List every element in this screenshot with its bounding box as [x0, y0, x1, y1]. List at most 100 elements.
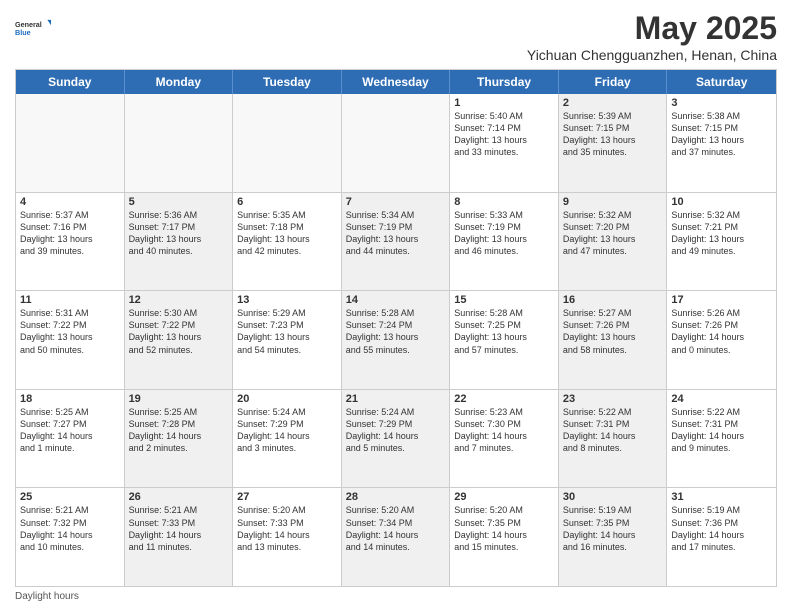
- cell-text: Sunrise: 5:20 AM Sunset: 7:34 PM Dayligh…: [346, 504, 446, 553]
- cell-text: Sunrise: 5:25 AM Sunset: 7:27 PM Dayligh…: [20, 406, 120, 455]
- calendar-header-row: SundayMondayTuesdayWednesdayThursdayFrid…: [16, 70, 776, 94]
- cell-text: Sunrise: 5:40 AM Sunset: 7:14 PM Dayligh…: [454, 110, 554, 159]
- cal-header-cell: Saturday: [667, 70, 776, 94]
- cal-cell: 31Sunrise: 5:19 AM Sunset: 7:36 PM Dayli…: [667, 488, 776, 586]
- cal-cell: 1Sunrise: 5:40 AM Sunset: 7:14 PM Daylig…: [450, 94, 559, 192]
- calendar: SundayMondayTuesdayWednesdayThursdayFrid…: [15, 69, 777, 587]
- calendar-body: 1Sunrise: 5:40 AM Sunset: 7:14 PM Daylig…: [16, 94, 776, 586]
- cal-cell: 23Sunrise: 5:22 AM Sunset: 7:31 PM Dayli…: [559, 390, 668, 488]
- day-number: 16: [563, 294, 663, 306]
- cell-text: Sunrise: 5:38 AM Sunset: 7:15 PM Dayligh…: [671, 110, 772, 159]
- cal-cell: 29Sunrise: 5:20 AM Sunset: 7:35 PM Dayli…: [450, 488, 559, 586]
- day-number: 14: [346, 294, 446, 306]
- cell-text: Sunrise: 5:33 AM Sunset: 7:19 PM Dayligh…: [454, 209, 554, 258]
- day-number: 1: [454, 97, 554, 109]
- day-number: 13: [237, 294, 337, 306]
- day-number: 10: [671, 196, 772, 208]
- cal-cell: 3Sunrise: 5:38 AM Sunset: 7:15 PM Daylig…: [667, 94, 776, 192]
- cal-cell: [16, 94, 125, 192]
- day-number: 12: [129, 294, 229, 306]
- cal-cell: 26Sunrise: 5:21 AM Sunset: 7:33 PM Dayli…: [125, 488, 234, 586]
- day-number: 9: [563, 196, 663, 208]
- footer-text: Daylight hours: [15, 591, 79, 602]
- footer: Daylight hours: [15, 591, 777, 602]
- cell-text: Sunrise: 5:27 AM Sunset: 7:26 PM Dayligh…: [563, 307, 663, 356]
- cell-text: Sunrise: 5:28 AM Sunset: 7:24 PM Dayligh…: [346, 307, 446, 356]
- cal-cell: [233, 94, 342, 192]
- day-number: 2: [563, 97, 663, 109]
- cell-text: Sunrise: 5:19 AM Sunset: 7:36 PM Dayligh…: [671, 504, 772, 553]
- cal-cell: 5Sunrise: 5:36 AM Sunset: 7:17 PM Daylig…: [125, 193, 234, 291]
- cal-cell: [125, 94, 234, 192]
- day-number: 5: [129, 196, 229, 208]
- day-number: 4: [20, 196, 120, 208]
- day-number: 22: [454, 393, 554, 405]
- day-number: 17: [671, 294, 772, 306]
- cal-cell: 12Sunrise: 5:30 AM Sunset: 7:22 PM Dayli…: [125, 291, 234, 389]
- day-number: 19: [129, 393, 229, 405]
- cal-header-cell: Wednesday: [342, 70, 451, 94]
- day-number: 26: [129, 491, 229, 503]
- logo-svg: General Blue: [15, 10, 51, 46]
- day-number: 21: [346, 393, 446, 405]
- cell-text: Sunrise: 5:19 AM Sunset: 7:35 PM Dayligh…: [563, 504, 663, 553]
- cell-text: Sunrise: 5:21 AM Sunset: 7:32 PM Dayligh…: [20, 504, 120, 553]
- cell-text: Sunrise: 5:28 AM Sunset: 7:25 PM Dayligh…: [454, 307, 554, 356]
- cell-text: Sunrise: 5:31 AM Sunset: 7:22 PM Dayligh…: [20, 307, 120, 356]
- cell-text: Sunrise: 5:36 AM Sunset: 7:17 PM Dayligh…: [129, 209, 229, 258]
- day-number: 3: [671, 97, 772, 109]
- day-number: 20: [237, 393, 337, 405]
- cal-cell: 30Sunrise: 5:19 AM Sunset: 7:35 PM Dayli…: [559, 488, 668, 586]
- cell-text: Sunrise: 5:35 AM Sunset: 7:18 PM Dayligh…: [237, 209, 337, 258]
- cal-row: 18Sunrise: 5:25 AM Sunset: 7:27 PM Dayli…: [16, 390, 776, 489]
- svg-text:Blue: Blue: [15, 28, 31, 37]
- cal-cell: 22Sunrise: 5:23 AM Sunset: 7:30 PM Dayli…: [450, 390, 559, 488]
- cal-header-cell: Thursday: [450, 70, 559, 94]
- day-number: 6: [237, 196, 337, 208]
- main-title: May 2025: [527, 10, 777, 47]
- cal-cell: 13Sunrise: 5:29 AM Sunset: 7:23 PM Dayli…: [233, 291, 342, 389]
- day-number: 25: [20, 491, 120, 503]
- cal-cell: 20Sunrise: 5:24 AM Sunset: 7:29 PM Dayli…: [233, 390, 342, 488]
- cal-header-cell: Sunday: [16, 70, 125, 94]
- cell-text: Sunrise: 5:34 AM Sunset: 7:19 PM Dayligh…: [346, 209, 446, 258]
- cell-text: Sunrise: 5:37 AM Sunset: 7:16 PM Dayligh…: [20, 209, 120, 258]
- day-number: 24: [671, 393, 772, 405]
- cell-text: Sunrise: 5:20 AM Sunset: 7:33 PM Dayligh…: [237, 504, 337, 553]
- day-number: 8: [454, 196, 554, 208]
- cal-cell: 2Sunrise: 5:39 AM Sunset: 7:15 PM Daylig…: [559, 94, 668, 192]
- cal-cell: 24Sunrise: 5:22 AM Sunset: 7:31 PM Dayli…: [667, 390, 776, 488]
- title-block: May 2025 Yichuan Chengguanzhen, Henan, C…: [527, 10, 777, 63]
- cell-text: Sunrise: 5:22 AM Sunset: 7:31 PM Dayligh…: [563, 406, 663, 455]
- cal-cell: 8Sunrise: 5:33 AM Sunset: 7:19 PM Daylig…: [450, 193, 559, 291]
- cal-cell: 21Sunrise: 5:24 AM Sunset: 7:29 PM Dayli…: [342, 390, 451, 488]
- cal-cell: 11Sunrise: 5:31 AM Sunset: 7:22 PM Dayli…: [16, 291, 125, 389]
- cell-text: Sunrise: 5:22 AM Sunset: 7:31 PM Dayligh…: [671, 406, 772, 455]
- cal-cell: 17Sunrise: 5:26 AM Sunset: 7:26 PM Dayli…: [667, 291, 776, 389]
- day-number: 31: [671, 491, 772, 503]
- cal-cell: 6Sunrise: 5:35 AM Sunset: 7:18 PM Daylig…: [233, 193, 342, 291]
- cal-cell: 4Sunrise: 5:37 AM Sunset: 7:16 PM Daylig…: [16, 193, 125, 291]
- cal-header-cell: Friday: [559, 70, 668, 94]
- cal-cell: 16Sunrise: 5:27 AM Sunset: 7:26 PM Dayli…: [559, 291, 668, 389]
- cell-text: Sunrise: 5:24 AM Sunset: 7:29 PM Dayligh…: [346, 406, 446, 455]
- svg-text:General: General: [15, 20, 42, 29]
- page: General Blue May 2025 Yichuan Chengguanz…: [0, 0, 792, 612]
- day-number: 18: [20, 393, 120, 405]
- day-number: 11: [20, 294, 120, 306]
- cal-cell: 15Sunrise: 5:28 AM Sunset: 7:25 PM Dayli…: [450, 291, 559, 389]
- day-number: 15: [454, 294, 554, 306]
- cal-cell: 25Sunrise: 5:21 AM Sunset: 7:32 PM Dayli…: [16, 488, 125, 586]
- cal-row: 4Sunrise: 5:37 AM Sunset: 7:16 PM Daylig…: [16, 193, 776, 292]
- header: General Blue May 2025 Yichuan Chengguanz…: [15, 10, 777, 63]
- cell-text: Sunrise: 5:29 AM Sunset: 7:23 PM Dayligh…: [237, 307, 337, 356]
- cal-cell: 9Sunrise: 5:32 AM Sunset: 7:20 PM Daylig…: [559, 193, 668, 291]
- day-number: 23: [563, 393, 663, 405]
- cal-cell: [342, 94, 451, 192]
- cal-cell: 28Sunrise: 5:20 AM Sunset: 7:34 PM Dayli…: [342, 488, 451, 586]
- logo: General Blue: [15, 10, 51, 46]
- cell-text: Sunrise: 5:24 AM Sunset: 7:29 PM Dayligh…: [237, 406, 337, 455]
- cal-cell: 19Sunrise: 5:25 AM Sunset: 7:28 PM Dayli…: [125, 390, 234, 488]
- cal-header-cell: Monday: [125, 70, 234, 94]
- cal-cell: 10Sunrise: 5:32 AM Sunset: 7:21 PM Dayli…: [667, 193, 776, 291]
